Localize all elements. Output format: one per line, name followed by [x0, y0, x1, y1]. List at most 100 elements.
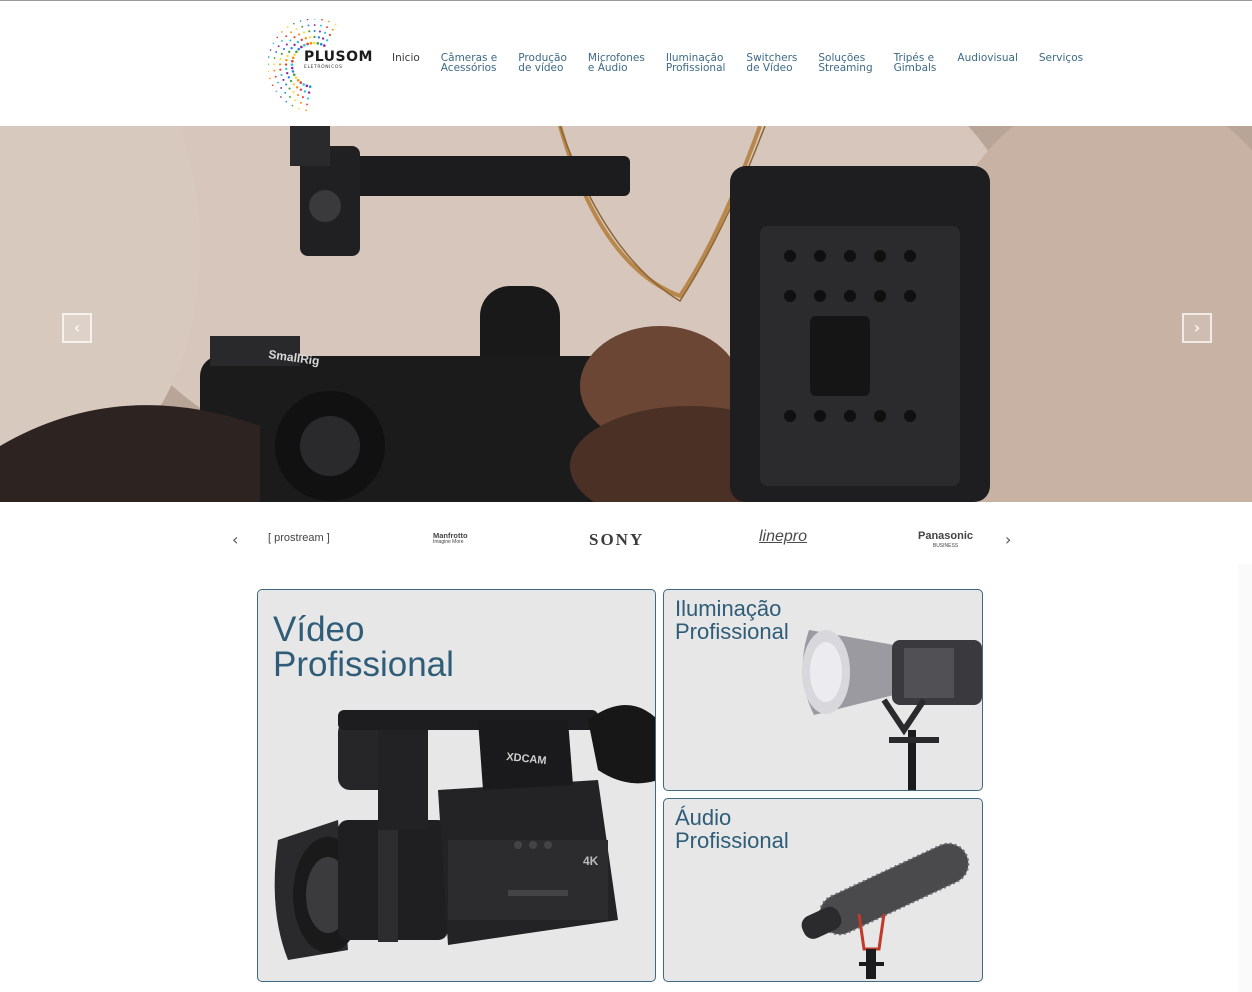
logo-dot [326, 26, 328, 29]
brand-prev-button[interactable]: ‹ [232, 530, 238, 549]
logo-dot [313, 41, 316, 45]
logo-dot [304, 37, 307, 40]
logo-dot [308, 30, 311, 33]
logo-dot [290, 31, 292, 34]
logo-dot [269, 77, 271, 80]
hero-image: SmallRig [0, 126, 1252, 502]
logo-dot [300, 38, 303, 42]
nav-microfones[interactable]: Microfones e Áudio [588, 53, 645, 74]
logo-dot [298, 33, 301, 36]
logo-dot [313, 35, 316, 39]
logo-dot [307, 91, 311, 94]
logo-dot [296, 40, 300, 44]
logo-dot [281, 31, 283, 33]
logo-dot [291, 104, 294, 107]
logo-name: PLUSOM [304, 49, 373, 65]
logo-tagline: ELETRÔNICOS [304, 65, 343, 70]
logo-dot [321, 18, 323, 21]
logo-dot [285, 67, 288, 71]
logo-dot [316, 42, 320, 45]
brand-logo-linepro[interactable]: linepro [759, 528, 807, 546]
nav-producao[interactable]: Produção de vídeo [518, 53, 567, 74]
nav-servicos[interactable]: Serviços [1039, 53, 1083, 73]
logo-dot [303, 43, 306, 47]
hero-next-button[interactable]: › [1182, 313, 1212, 343]
logo-dot [319, 42, 323, 46]
logo-dot [306, 103, 308, 106]
logo-dot [313, 18, 316, 20]
brand-next-button[interactable]: › [1005, 530, 1011, 549]
logo-dot [324, 31, 327, 34]
logo-dot [318, 30, 321, 33]
logo-dot [277, 81, 279, 84]
logo-dot [301, 25, 304, 28]
logo-dot [320, 24, 322, 27]
brand-carousel: ‹ [ prostream ] Manfrotto Imagine More S… [0, 502, 1252, 580]
logo-dot [275, 90, 278, 93]
logo-dot [300, 101, 302, 104]
logo-dot [293, 22, 295, 25]
logo-dot [293, 53, 296, 56]
category-card-lighting[interactable]: Iluminação Profissional [663, 589, 983, 791]
nav-inicio[interactable]: Inicio [392, 53, 420, 73]
logo-dot [303, 90, 307, 93]
category-card-audio[interactable]: Áudio Profissional [663, 798, 983, 982]
logo-dot [272, 42, 275, 45]
brand-logo-manfrotto[interactable]: Manfrotto Imagine More [433, 532, 468, 546]
logo-dot [273, 69, 276, 72]
logo-dot [309, 41, 313, 45]
logo-dot [269, 49, 272, 51]
logo-dot [273, 57, 276, 59]
plusom-logo[interactable]: PLUSOM ELETRÔNICOS [267, 18, 372, 112]
nav-iluminacao[interactable]: Iluminação Profissional [666, 53, 726, 74]
logo-dot [296, 93, 300, 97]
logo-dot [306, 18, 309, 21]
brand-sub: Imagine More [433, 539, 464, 545]
brand-logo-prostream[interactable]: [ prostream ] [268, 532, 330, 544]
nav-tripes[interactable]: Tripés e Gimbals [894, 53, 937, 74]
logo-dot [275, 51, 278, 53]
logo-dot [285, 43, 288, 46]
brand-name: prostream [274, 532, 324, 544]
logo-dot [286, 26, 289, 29]
logo-dot [313, 29, 316, 33]
logo-dot [307, 97, 310, 100]
hero-prev-button[interactable]: ‹ [62, 313, 92, 343]
nav-cameras[interactable]: Câmeras e Acessórios [441, 53, 497, 74]
logo-dot [290, 63, 294, 66]
logo-dot [307, 24, 310, 27]
logo-dot [305, 84, 309, 88]
camcorder-image: 4K XDCAM [274, 705, 655, 960]
logo-dot [295, 50, 298, 54]
logo-dot [305, 109, 307, 112]
logo-dot [273, 63, 275, 66]
logo-dot [293, 43, 296, 47]
logo-dot [288, 96, 291, 98]
logo-dot [267, 56, 270, 58]
nav-switchers[interactable]: Switchers de Vídeo [746, 53, 797, 74]
logo-dot [276, 36, 279, 39]
logo-dot [278, 63, 282, 66]
category-card-video[interactable]: Vídeo Profissional 4K XDCAM [257, 589, 656, 982]
logo-dot [297, 47, 301, 51]
logo-dot [282, 78, 285, 81]
brand-logo-sony[interactable]: SONY [589, 530, 644, 550]
logo-dot [277, 45, 280, 48]
logo-dot [289, 39, 292, 42]
logo-dot [288, 87, 291, 90]
logo-dot [280, 52, 283, 55]
logo-dot [280, 87, 283, 89]
nav-audiovisual[interactable]: Audiovisual [957, 53, 1017, 73]
brand-logo-panasonic[interactable]: Panasonic BUSINESS [918, 531, 973, 551]
logo-dot [279, 58, 282, 61]
logo-dot [302, 31, 306, 34]
logo-dot [286, 54, 289, 58]
logo-dot [321, 37, 325, 40]
nav-streaming[interactable]: Soluções Streaming [818, 53, 872, 74]
logo-dot [292, 83, 296, 86]
chevron-right-icon: › [1193, 318, 1201, 337]
logo-dot [291, 59, 294, 63]
logo-dot [299, 20, 302, 22]
logo-dot [285, 100, 288, 103]
site-header: PLUSOM ELETRÔNICOS Inicio Câmeras e Aces… [0, 1, 1252, 126]
